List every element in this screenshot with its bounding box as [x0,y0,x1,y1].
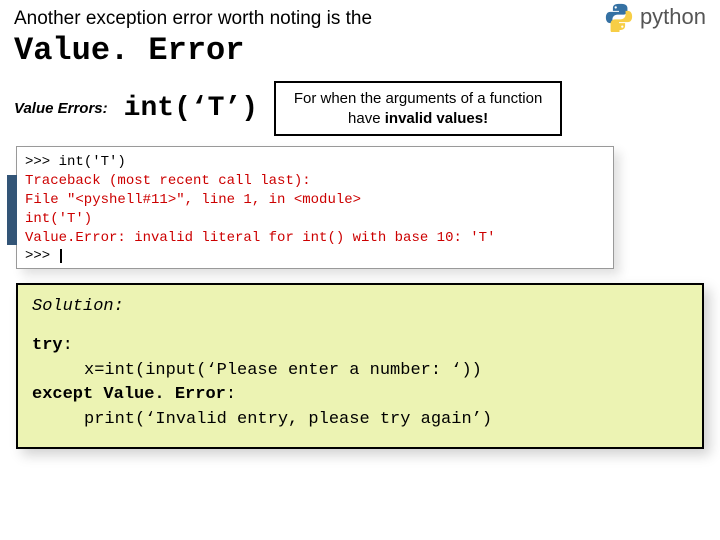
terminal-line-1: int('T') [59,154,126,170]
intro-text: Another exception error worth noting is … [14,8,706,30]
terminal-screenshot: >>> int('T') Traceback (most recent call… [16,146,614,269]
terminal-line-4: int('T') [25,210,605,229]
example-row: Value Errors: int(‘T’) For when the argu… [14,81,706,136]
terminal-line-3: File "<pyshell#11>", line 1, in <module> [25,191,605,210]
heading-value-error: Value. Error [14,32,706,69]
cursor-icon [60,249,62,263]
terminal-line-2: Traceback (most recent call last): [25,172,605,191]
kw-try: try [32,336,63,355]
value-errors-label: Value Errors: [14,100,108,117]
python-logo-text: python [640,4,706,30]
sol-l3-colon: : [226,385,236,404]
sol-line-4: print(‘Invalid entry, please try again’) [84,408,492,433]
kw-except: except [32,385,93,404]
terminal-prompt: >>> [25,154,59,170]
window-edge-decoration [7,175,17,245]
sol-l3-space [93,385,103,404]
terminal-prompt-2: >>> [25,248,59,264]
python-logo: python [604,2,706,32]
explanation-bold: invalid values! [385,110,488,127]
solution-box: Solution: try: x=int(input(‘Please enter… [16,283,704,448]
python-icon [604,2,634,32]
solution-title: Solution: [32,295,688,320]
terminal-line-5: Value.Error: invalid literal for int() w… [25,229,605,248]
explanation-box: For when the arguments of a function hav… [274,81,562,136]
kw-valueerror: Value. Error [103,385,225,404]
solution-code: try: x=int(input(‘Please enter a number:… [32,334,688,433]
sol-line-2: x=int(input(‘Please enter a number: ‘)) [84,359,482,384]
example-code: int(‘T’) [124,93,258,124]
sol-l1-colon: : [63,336,73,355]
